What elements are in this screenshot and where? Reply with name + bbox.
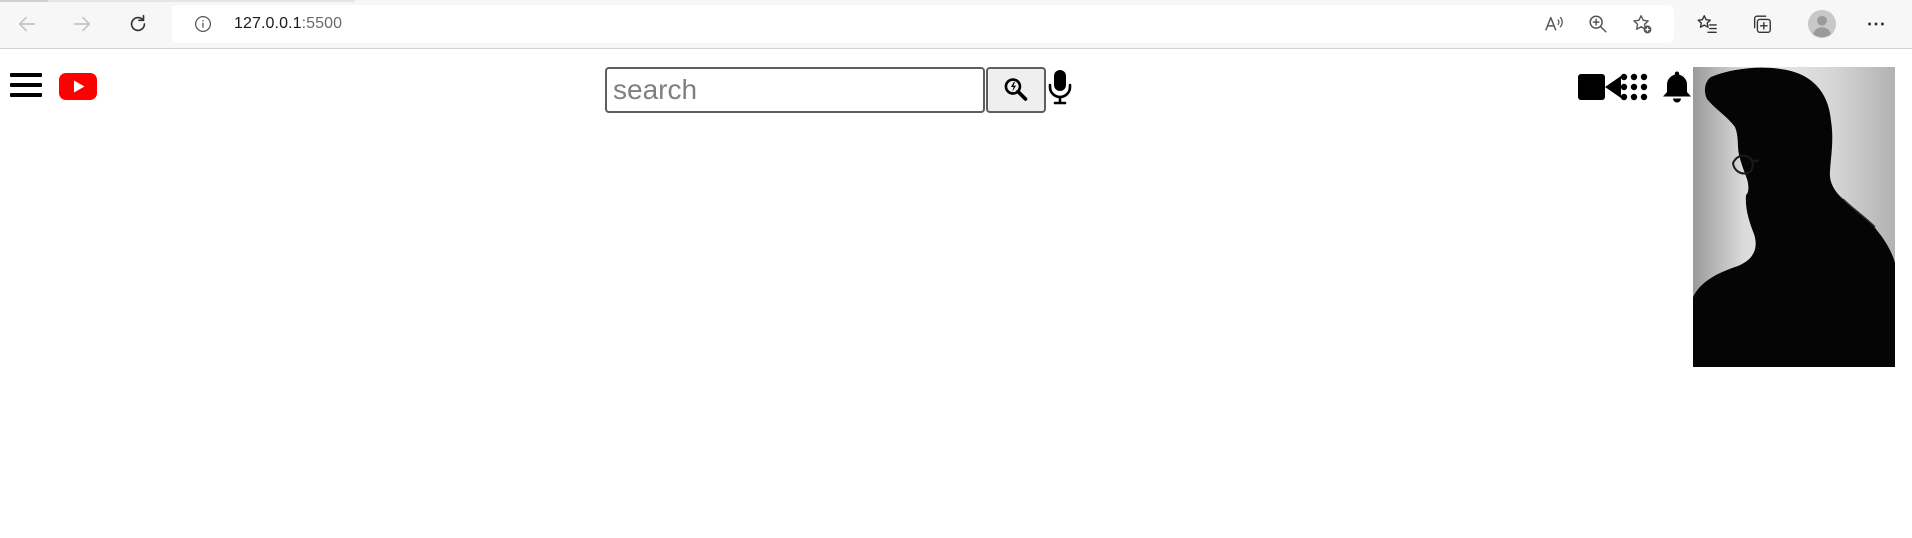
url-text[interactable]: 127.0.0.1:5500 — [234, 15, 342, 33]
more-icon — [1868, 22, 1884, 26]
refresh-button[interactable] — [122, 8, 154, 40]
page-header — [0, 49, 1912, 538]
more-button[interactable] — [1862, 10, 1890, 38]
info-icon[interactable] — [194, 15, 212, 33]
search-button[interactable] — [986, 67, 1046, 113]
avatar[interactable] — [1693, 67, 1895, 367]
youtube-logo[interactable] — [59, 73, 97, 100]
forward-button[interactable] — [66, 8, 98, 40]
notifications-button[interactable] — [1662, 67, 1692, 107]
mic-icon[interactable] — [1046, 69, 1074, 105]
create-video-button[interactable] — [1578, 67, 1624, 107]
collections-icon — [1753, 15, 1771, 33]
add-favorite-icon — [1633, 15, 1652, 34]
apps-button[interactable] — [1620, 67, 1648, 107]
menu-icon[interactable] — [10, 71, 42, 99]
browser-toolbar: 127.0.0.1:5500 — [0, 0, 1912, 49]
tab-strip — [0, 0, 355, 2]
profile-icon — [1807, 9, 1837, 39]
search-input[interactable] — [605, 67, 985, 113]
address-bar[interactable]: 127.0.0.1:5500 — [172, 5, 1674, 43]
zoom-button[interactable] — [1587, 13, 1611, 35]
back-button[interactable] — [11, 8, 43, 40]
url-port: :5500 — [301, 15, 343, 32]
back-icon — [18, 16, 36, 32]
read-aloud-button[interactable] — [1543, 13, 1567, 35]
url-host: 127.0.0.1 — [234, 15, 302, 32]
favorites-icon — [1697, 15, 1717, 33]
collections-button[interactable] — [1748, 10, 1776, 38]
notifications-bell-icon — [1663, 71, 1691, 103]
favorites-button[interactable] — [1693, 10, 1721, 38]
avatar-silhouette — [1693, 67, 1895, 367]
zoom-icon — [1589, 15, 1607, 33]
video-camera-icon — [1578, 74, 1621, 100]
search-icon — [1004, 78, 1028, 101]
refresh-icon — [130, 14, 146, 32]
forward-icon — [73, 16, 91, 32]
read-aloud-icon — [1545, 16, 1563, 31]
apps-grid-icon — [1620, 73, 1648, 101]
profile-button[interactable] — [1806, 8, 1838, 40]
add-favorite-button[interactable] — [1631, 13, 1655, 35]
